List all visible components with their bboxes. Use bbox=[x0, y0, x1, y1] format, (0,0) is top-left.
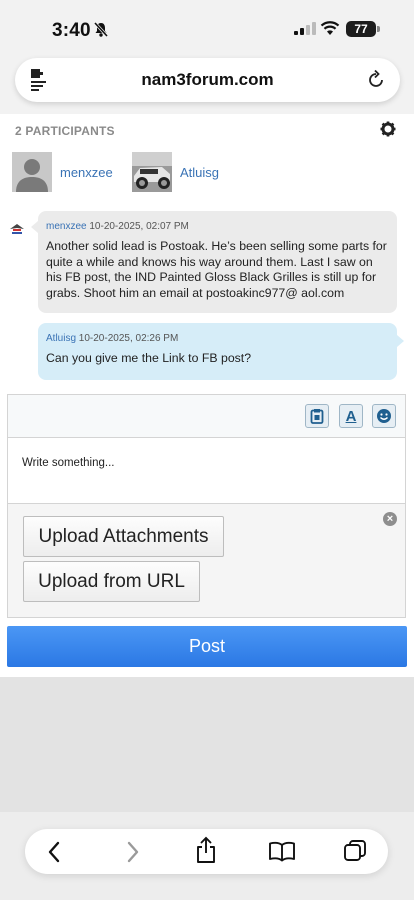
gear-icon[interactable] bbox=[380, 121, 396, 137]
url-text[interactable]: nam3forum.com bbox=[15, 58, 400, 102]
bell-slash-icon bbox=[93, 21, 109, 38]
wifi-icon bbox=[320, 21, 340, 35]
participant-atluisg[interactable]: Atluisg bbox=[132, 152, 219, 192]
bookmarks-icon[interactable] bbox=[268, 840, 296, 862]
message-author[interactable]: Atluisg bbox=[46, 333, 76, 344]
post-button[interactable]: Post bbox=[7, 626, 407, 667]
upload-from-url-button[interactable]: Upload from URL bbox=[23, 561, 200, 602]
battery-indicator: 77 bbox=[346, 21, 376, 37]
message-avatar-icon[interactable] bbox=[7, 221, 27, 237]
tabs-icon[interactable] bbox=[343, 839, 367, 863]
address-bar[interactable]: nam3forum.com bbox=[15, 58, 400, 102]
text-format-button[interactable]: A bbox=[339, 404, 363, 428]
smiley-icon bbox=[377, 409, 391, 423]
forward-icon[interactable] bbox=[120, 839, 144, 865]
close-icon[interactable]: × bbox=[383, 512, 397, 526]
text-format-icon: A bbox=[345, 407, 357, 425]
status-bar: 3:40 77 bbox=[0, 0, 414, 56]
message-meta: Atluisg 10-20-2025, 02:26 PM bbox=[46, 331, 389, 347]
message-text: Another solid lead is Postoak. He’s been… bbox=[46, 239, 387, 300]
participant-name[interactable]: menxzee bbox=[60, 165, 113, 180]
avatar-default[interactable] bbox=[12, 152, 52, 192]
back-icon[interactable] bbox=[43, 839, 67, 865]
participant-name[interactable]: Atluisg bbox=[180, 165, 219, 180]
browser-toolbar bbox=[25, 829, 388, 874]
message-timestamp: 10-20-2025, 02:26 PM bbox=[78, 333, 179, 344]
conversation-page: 2 PARTICIPANTS menxzee Atluisg menxzee 1… bbox=[0, 114, 414, 677]
message-meta: menxzee 10-20-2025, 02:07 PM bbox=[46, 219, 389, 235]
cellular-signal-icon bbox=[294, 22, 316, 35]
share-icon[interactable] bbox=[193, 836, 219, 864]
page-background bbox=[0, 677, 414, 812]
message-input[interactable]: Write something... bbox=[8, 438, 405, 504]
battery-cap bbox=[377, 26, 380, 32]
attachment-panel: × Upload Attachments Upload from URL bbox=[8, 505, 405, 617]
clock: 3:40 bbox=[52, 20, 91, 41]
participant-menxzee[interactable]: menxzee bbox=[12, 152, 113, 192]
upload-attachments-button[interactable]: Upload Attachments bbox=[23, 516, 224, 557]
participants-heading: 2 PARTICIPANTS bbox=[15, 124, 115, 138]
emoji-button[interactable] bbox=[372, 404, 396, 428]
reply-editor: A Write something... × Upload Attachment… bbox=[7, 394, 406, 618]
browser-toolbar-area bbox=[0, 812, 414, 900]
message-timestamp: 10-20-2025, 02:07 PM bbox=[89, 221, 189, 232]
avatar-car[interactable] bbox=[132, 152, 172, 192]
editor-toolbar: A bbox=[8, 395, 405, 438]
message-bubble-own: Atluisg 10-20-2025, 02:26 PM Can you giv… bbox=[38, 323, 404, 380]
reload-icon[interactable] bbox=[366, 69, 386, 91]
clipboard-button[interactable] bbox=[305, 404, 329, 428]
browser-address-area: nam3forum.com bbox=[0, 56, 414, 114]
message-text: Can you give me the Link to FB post? bbox=[46, 351, 252, 365]
message-author[interactable]: menxzee bbox=[46, 221, 87, 232]
clipboard-icon bbox=[310, 409, 324, 424]
message-bubble: menxzee 10-20-2025, 02:07 PM Another sol… bbox=[31, 211, 397, 313]
